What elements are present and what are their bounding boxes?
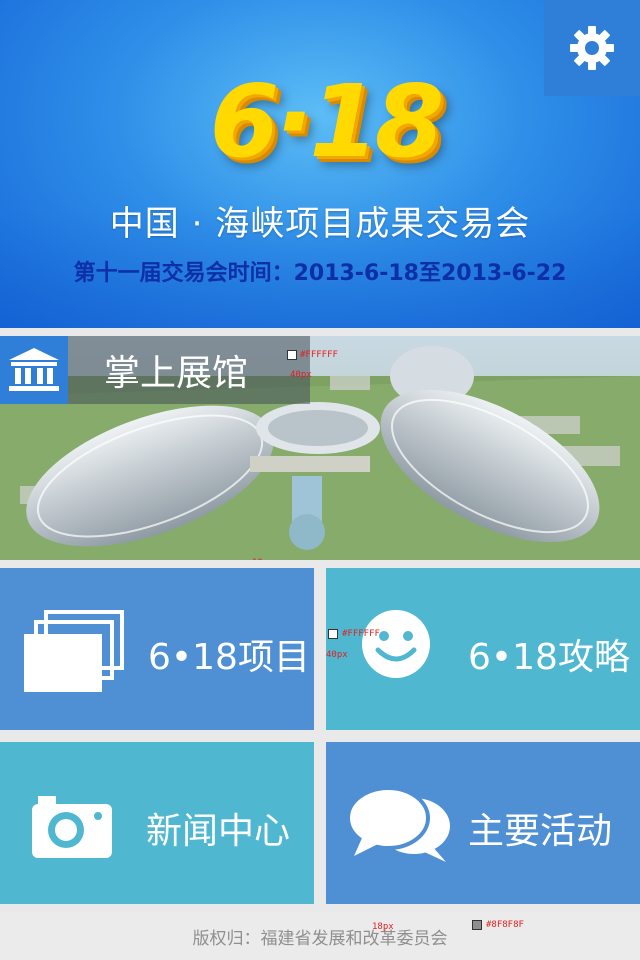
chat-bubbles-icon	[348, 788, 452, 864]
camera-icon	[32, 792, 112, 858]
annotation-color-swatch	[472, 920, 482, 930]
annotation-font-size: 18px	[372, 922, 394, 932]
page-title: 中国 · 海峡项目成果交易会	[109, 204, 531, 244]
tile-guide[interactable]: 6•18攻略	[326, 568, 640, 730]
event-logo: 6·18	[209, 62, 445, 180]
tile-news[interactable]: 新闻中心	[0, 742, 314, 904]
copyright-text: 版权归：福建省发展和改革委员会	[192, 928, 448, 949]
tile-news-label: 新闻中心	[146, 811, 291, 852]
pavilion-banner[interactable]: 掌上展馆 10 #FFFFFF 40px 10	[0, 336, 640, 560]
annotation-color-swatch	[287, 350, 297, 360]
cards-stack-icon	[24, 610, 124, 694]
tile-projects-label: 6•18项目	[148, 637, 310, 678]
tile-activities[interactable]: 主要活动	[326, 742, 640, 904]
header-banner: 6·18 中国 · 海峡项目成果交易会 第十一届交易会时间：2013-6-18至…	[0, 0, 640, 328]
tile-guide-label: 6•18攻略	[468, 637, 630, 678]
tile-projects[interactable]: 6•18项目	[0, 568, 314, 730]
museum-icon	[0, 336, 68, 404]
event-dates: 第十一届交易会时间：2013-6-18至2013-6-22	[73, 261, 567, 286]
footer: 版权归：福建省发展和改革委员会	[0, 912, 640, 960]
pavilion-label-bar[interactable]: 掌上展馆	[0, 336, 310, 404]
annotation-color-swatch	[328, 629, 338, 639]
settings-button[interactable]	[544, 0, 640, 96]
annotation-color: #FFFFFF	[300, 350, 338, 360]
annotation-color: #FFFFFF	[342, 629, 380, 639]
gear-icon	[570, 26, 614, 70]
tile-activities-label: 主要活动	[468, 811, 613, 852]
annotation-spacing-bottom: 10	[252, 558, 263, 560]
smiley-icon	[360, 608, 432, 680]
annotation-font-size: 40px	[290, 370, 312, 380]
annotation-color: #8F8F8F	[486, 920, 524, 930]
pavilion-label: 掌上展馆	[104, 353, 249, 394]
annotation-font-size: 40px	[326, 650, 348, 660]
